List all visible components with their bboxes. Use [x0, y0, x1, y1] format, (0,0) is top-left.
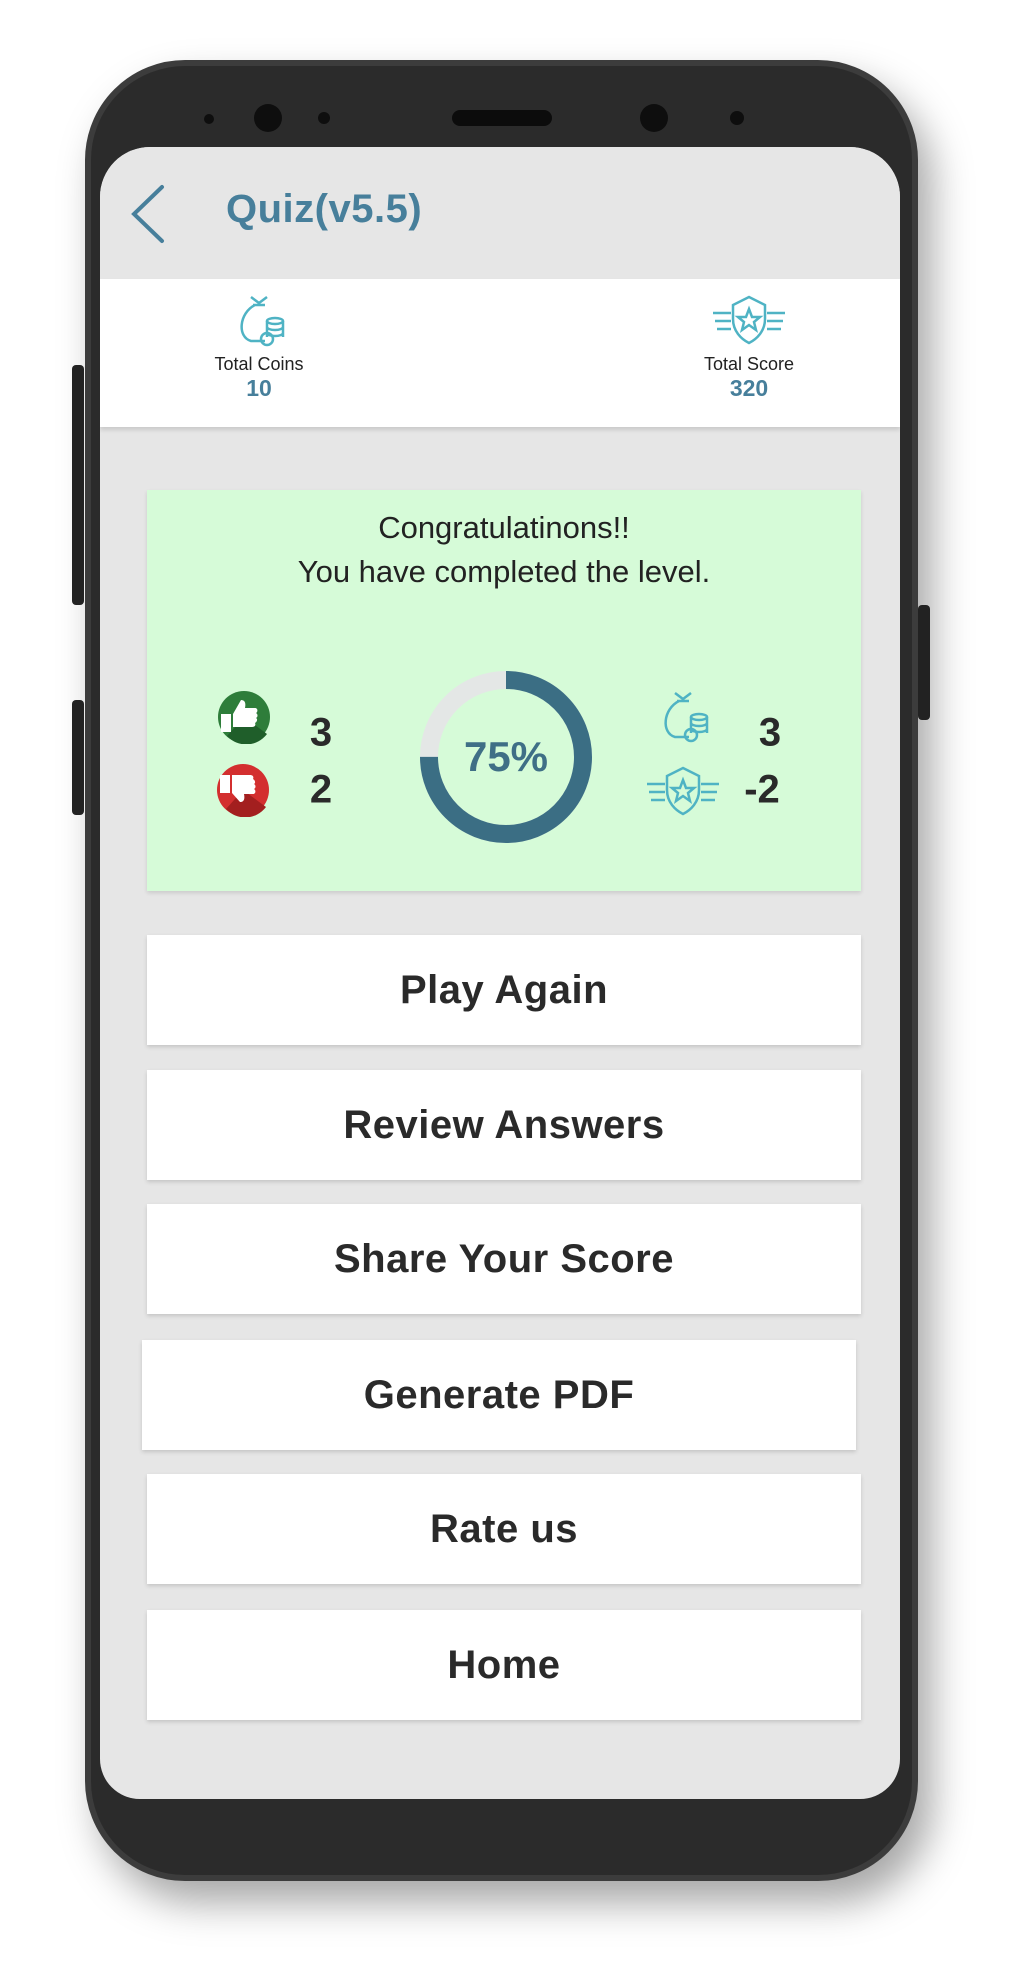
sensor-icon: [730, 111, 744, 125]
total-score-stat: Total Score 320: [649, 291, 849, 402]
speaker-grille: [452, 110, 552, 126]
thumbs-down-icon: [217, 764, 269, 817]
stats-bar: Total Coins 10 Total Score 320: [100, 279, 900, 427]
rate-us-button[interactable]: Rate us: [147, 1474, 861, 1584]
total-coins-value: 10: [246, 375, 272, 401]
congrats-message: Congratulatinons!! You have completed th…: [147, 506, 861, 594]
result-card: Congratulatinons!! You have completed th…: [147, 490, 861, 891]
phone-power-button: [918, 605, 930, 720]
camera-icon: [254, 104, 282, 132]
phone-side-button: [72, 365, 84, 605]
total-coins-label: Total Coins: [214, 354, 304, 374]
camera-icon: [640, 104, 668, 132]
thumbs-up-icon: [218, 691, 270, 744]
page-title: Quiz(v5.5): [226, 187, 423, 231]
app-screen: Quiz(v5.5) Total Coins 10 Total Score 32…: [100, 147, 900, 1799]
money-bag-icon: [664, 692, 709, 743]
money-bag-icon: [240, 296, 285, 347]
coins-earned: 3: [758, 710, 782, 755]
wrong-count: 2: [309, 767, 333, 812]
sensor-icon: [204, 114, 214, 124]
congrats-line-1: Congratulatinons!!: [378, 510, 630, 545]
congrats-line-2: You have completed the level.: [297, 554, 711, 589]
shield-star-icon: [647, 766, 719, 816]
score-percent: 75%: [463, 733, 549, 780]
generate-pdf-button[interactable]: Generate PDF: [142, 1340, 856, 1450]
share-score-button[interactable]: Share Your Score: [147, 1204, 861, 1314]
score-change: -2: [744, 767, 780, 812]
correct-count: 3: [309, 710, 333, 755]
total-score-value: 320: [729, 375, 769, 401]
play-again-button[interactable]: Play Again: [147, 935, 861, 1045]
shield-star-icon: [713, 295, 785, 345]
back-chevron-icon[interactable]: [128, 183, 168, 245]
total-coins-stat: Total Coins 10: [159, 291, 359, 402]
home-button[interactable]: Home: [147, 1610, 861, 1720]
app-header: Quiz(v5.5): [100, 147, 900, 279]
review-answers-button[interactable]: Review Answers: [147, 1070, 861, 1180]
total-score-label: Total Score: [703, 354, 795, 374]
phone-side-button: [72, 700, 84, 815]
sensor-icon: [318, 112, 330, 124]
